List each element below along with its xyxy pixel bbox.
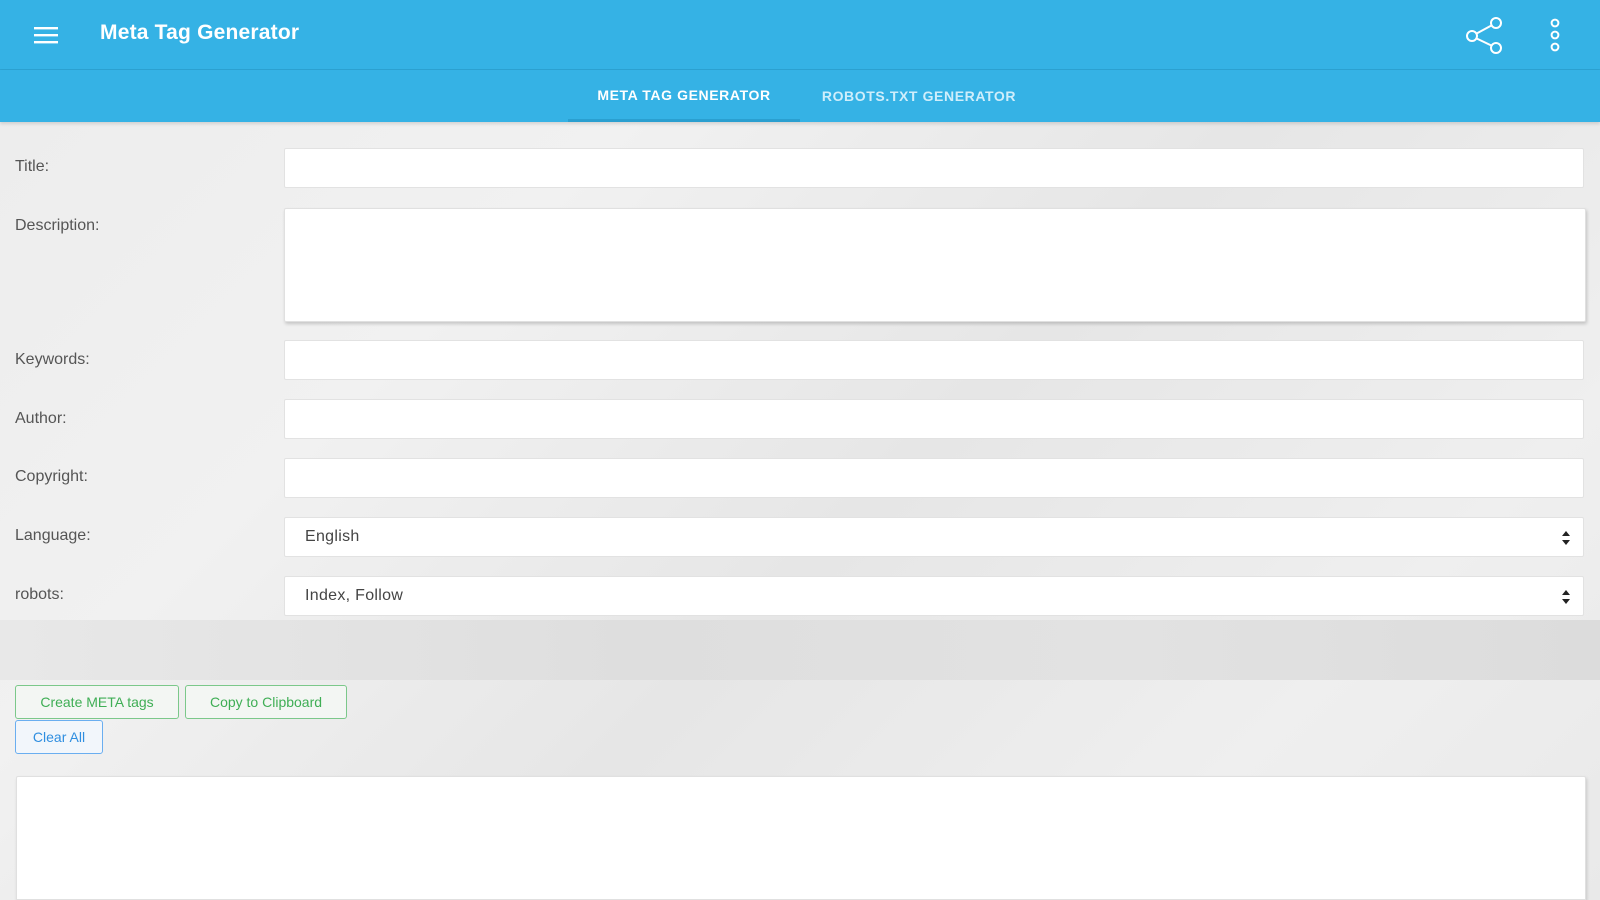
tab-robots-txt-generator[interactable]: ROBOTS.TXT GENERATOR <box>800 70 1038 122</box>
author-input[interactable] <box>284 399 1584 439</box>
more-vert-icon[interactable] <box>1540 14 1570 56</box>
keywords-input[interactable] <box>284 340 1584 380</box>
create-meta-tags-button[interactable]: Create META tags <box>15 685 179 719</box>
author-label: Author: <box>15 410 67 427</box>
copyright-label: Copyright: <box>15 468 88 485</box>
background-band <box>0 620 1600 680</box>
hamburger-menu-icon[interactable] <box>28 20 64 50</box>
language-selected-value: English <box>305 528 360 545</box>
tab-meta-tag-generator[interactable]: META TAG GENERATOR <box>568 70 800 122</box>
app-bar: Meta Tag Generator <box>0 0 1600 70</box>
share-icon[interactable] <box>1462 14 1506 56</box>
select-arrows-icon <box>1562 531 1570 545</box>
keywords-label: Keywords: <box>15 351 90 368</box>
description-textarea[interactable] <box>284 208 1586 322</box>
robots-label: robots: <box>15 586 64 603</box>
copy-to-clipboard-button[interactable]: Copy to Clipboard <box>185 685 347 719</box>
output-textarea[interactable] <box>16 776 1586 900</box>
language-label: Language: <box>15 527 91 544</box>
title-input[interactable] <box>284 148 1584 188</box>
app-title: Meta Tag Generator <box>100 21 300 44</box>
language-select[interactable]: English <box>284 517 1584 557</box>
clear-all-button[interactable]: Clear All <box>15 720 103 754</box>
robots-select[interactable]: Index, Follow <box>284 576 1584 616</box>
tab-bar: META TAG GENERATOR ROBOTS.TXT GENERATOR <box>0 70 1600 122</box>
copyright-input[interactable] <box>284 458 1584 498</box>
select-arrows-icon <box>1562 590 1570 604</box>
robots-selected-value: Index, Follow <box>305 587 404 604</box>
description-label: Description: <box>15 217 100 234</box>
title-label: Title: <box>15 158 50 175</box>
